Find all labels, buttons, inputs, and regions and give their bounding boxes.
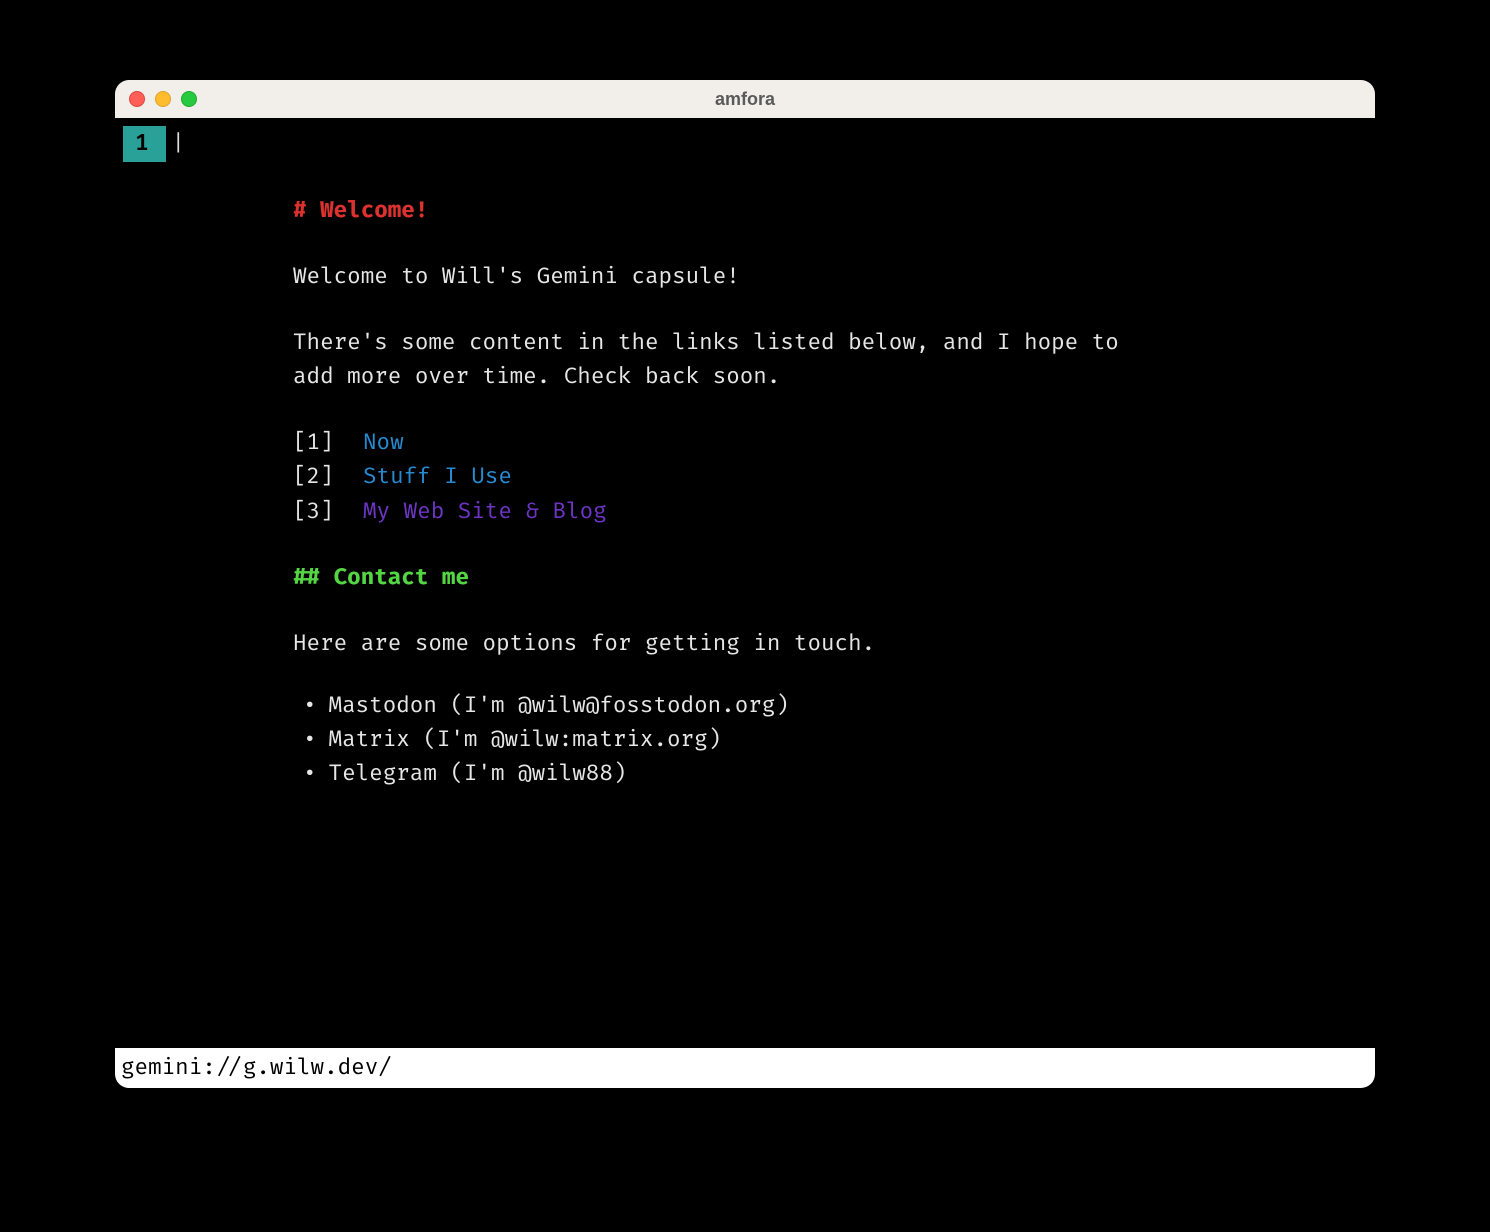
bullet-text: Telegram (I'm @wilw88) (329, 757, 627, 791)
link-item: [1] Now (293, 426, 1295, 460)
paragraph: There's some content in the links listed… (293, 326, 1133, 394)
bullet-icon: • (303, 723, 317, 757)
bullet-list: • Mastodon (I'm @wilw@fosstodon.org) • M… (293, 689, 1295, 791)
paragraph: Welcome to Will's Gemini capsule! (293, 260, 1133, 294)
heading-2: ## Contact me (293, 561, 1295, 595)
close-button[interactable] (129, 91, 145, 107)
link-index: [3] (293, 495, 363, 529)
link-web-site-blog[interactable]: My Web Site & Blog (363, 495, 607, 529)
minimize-button[interactable] (155, 91, 171, 107)
tab-active[interactable]: 1 (123, 126, 166, 162)
link-now[interactable]: Now (363, 426, 404, 460)
link-index: [1] (293, 426, 363, 460)
terminal: 1 | # Welcome! Welcome to Will's Gemini … (115, 118, 1375, 1088)
list-item: • Matrix (I'm @wilw:matrix.org) (293, 723, 1295, 757)
bullet-icon: • (303, 689, 317, 723)
page-content: # Welcome! Welcome to Will's Gemini caps… (293, 194, 1295, 791)
bullet-text: Matrix (I'm @wilw:matrix.org) (329, 723, 722, 757)
tabbar: 1 | (123, 126, 185, 162)
traffic-lights (115, 91, 197, 107)
link-item: [3] My Web Site & Blog (293, 495, 1295, 529)
link-stuff-i-use[interactable]: Stuff I Use (363, 460, 512, 494)
list-item: • Telegram (I'm @wilw88) (293, 757, 1295, 791)
titlebar[interactable]: amfora (115, 80, 1375, 118)
tab-cursor: | (172, 127, 186, 161)
link-list: [1] Now [2] Stuff I Use [3] My Web Site … (293, 426, 1295, 528)
paragraph: Here are some options for getting in tou… (293, 627, 1133, 661)
heading-1: # Welcome! (293, 194, 1295, 228)
url-bar[interactable]: gemini://g.wilw.dev/ (115, 1048, 1375, 1088)
link-index: [2] (293, 460, 363, 494)
bullet-text: Mastodon (I'm @wilw@fosstodon.org) (329, 689, 789, 723)
list-item: • Mastodon (I'm @wilw@fosstodon.org) (293, 689, 1295, 723)
window-title: amfora (115, 89, 1375, 110)
app-window: amfora 1 | # Welcome! Welcome to Will's … (115, 80, 1375, 1088)
link-item: [2] Stuff I Use (293, 460, 1295, 494)
bullet-icon: • (303, 757, 317, 791)
maximize-button[interactable] (181, 91, 197, 107)
